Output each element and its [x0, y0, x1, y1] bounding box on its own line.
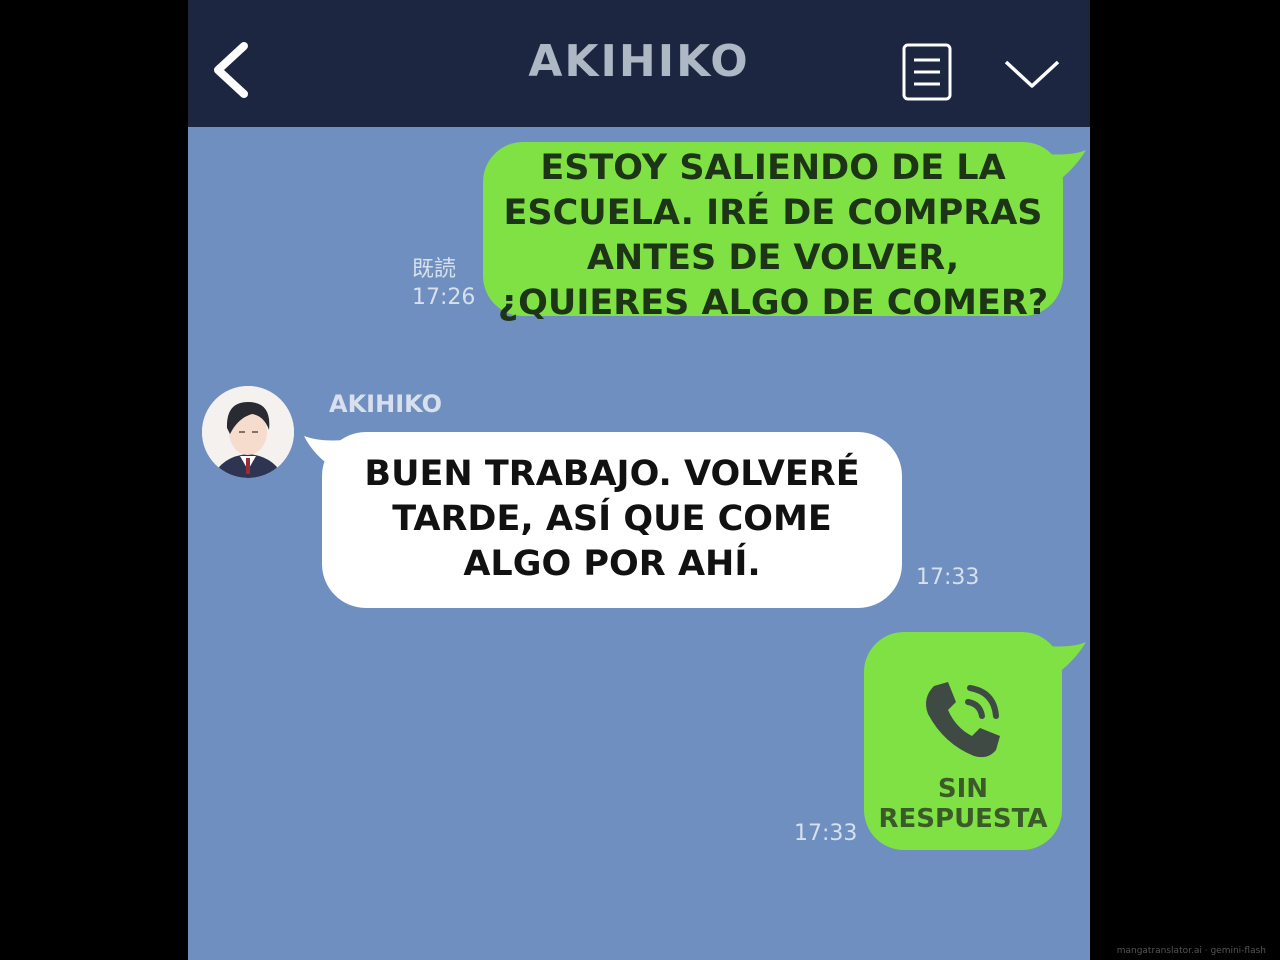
chevron-down-icon [1004, 60, 1060, 88]
message-line: ESCUELA. IRÉ DE COMPRAS [503, 193, 1043, 233]
message-line: ALGO POR AHÍ. [463, 544, 761, 584]
avatar-image [202, 386, 294, 478]
message-line: ANTES DE VOLVER, [586, 238, 960, 278]
received-message-bubble[interactable]: BUEN TRABAJO. VOLVERÉ TARDE, ASÍ QUE COM… [322, 432, 902, 608]
dropdown-button[interactable] [1002, 56, 1062, 92]
message-line: BUEN TRABAJO. VOLVERÉ [364, 454, 860, 494]
message-time: 17:33 [794, 821, 858, 846]
chat-screen: AKIHIKO 既読 17:26 ESTOY SALIENDO DE LA ES… [188, 0, 1090, 960]
watermark: mangatranslator.ai · gemini-flash [1116, 946, 1266, 956]
phone-icon [926, 682, 1000, 758]
message-line: ESTOY SALIENDO DE LA [540, 148, 1006, 188]
message-line: ¿QUIERES ALGO DE COMER? [497, 283, 1049, 323]
message-line: TARDE, ASÍ QUE COME [392, 499, 832, 539]
bubble-tail [1046, 642, 1086, 676]
bubble-tail [1046, 150, 1086, 184]
sender-name: AKIHIKO [329, 390, 443, 418]
avatar[interactable] [202, 386, 294, 478]
call-status-line: SIN [937, 774, 989, 804]
call-status-line: RESPUESTA [878, 804, 1048, 834]
read-receipt: 既読 17:26 [412, 256, 475, 312]
list-icon [902, 43, 952, 101]
chat-title: AKIHIKO [528, 36, 750, 87]
missed-call-bubble[interactable]: SIN RESPUESTA [864, 632, 1062, 850]
message-time: 17:33 [916, 565, 980, 590]
read-label: 既読 [412, 257, 457, 282]
chat-header: AKIHIKO [188, 0, 1090, 127]
menu-button[interactable] [901, 42, 953, 102]
message-time: 17:26 [412, 285, 476, 310]
sent-message-bubble[interactable]: ESTOY SALIENDO DE LA ESCUELA. IRÉ DE COM… [483, 142, 1063, 323]
call-status: SIN RESPUESTA [864, 774, 1062, 834]
